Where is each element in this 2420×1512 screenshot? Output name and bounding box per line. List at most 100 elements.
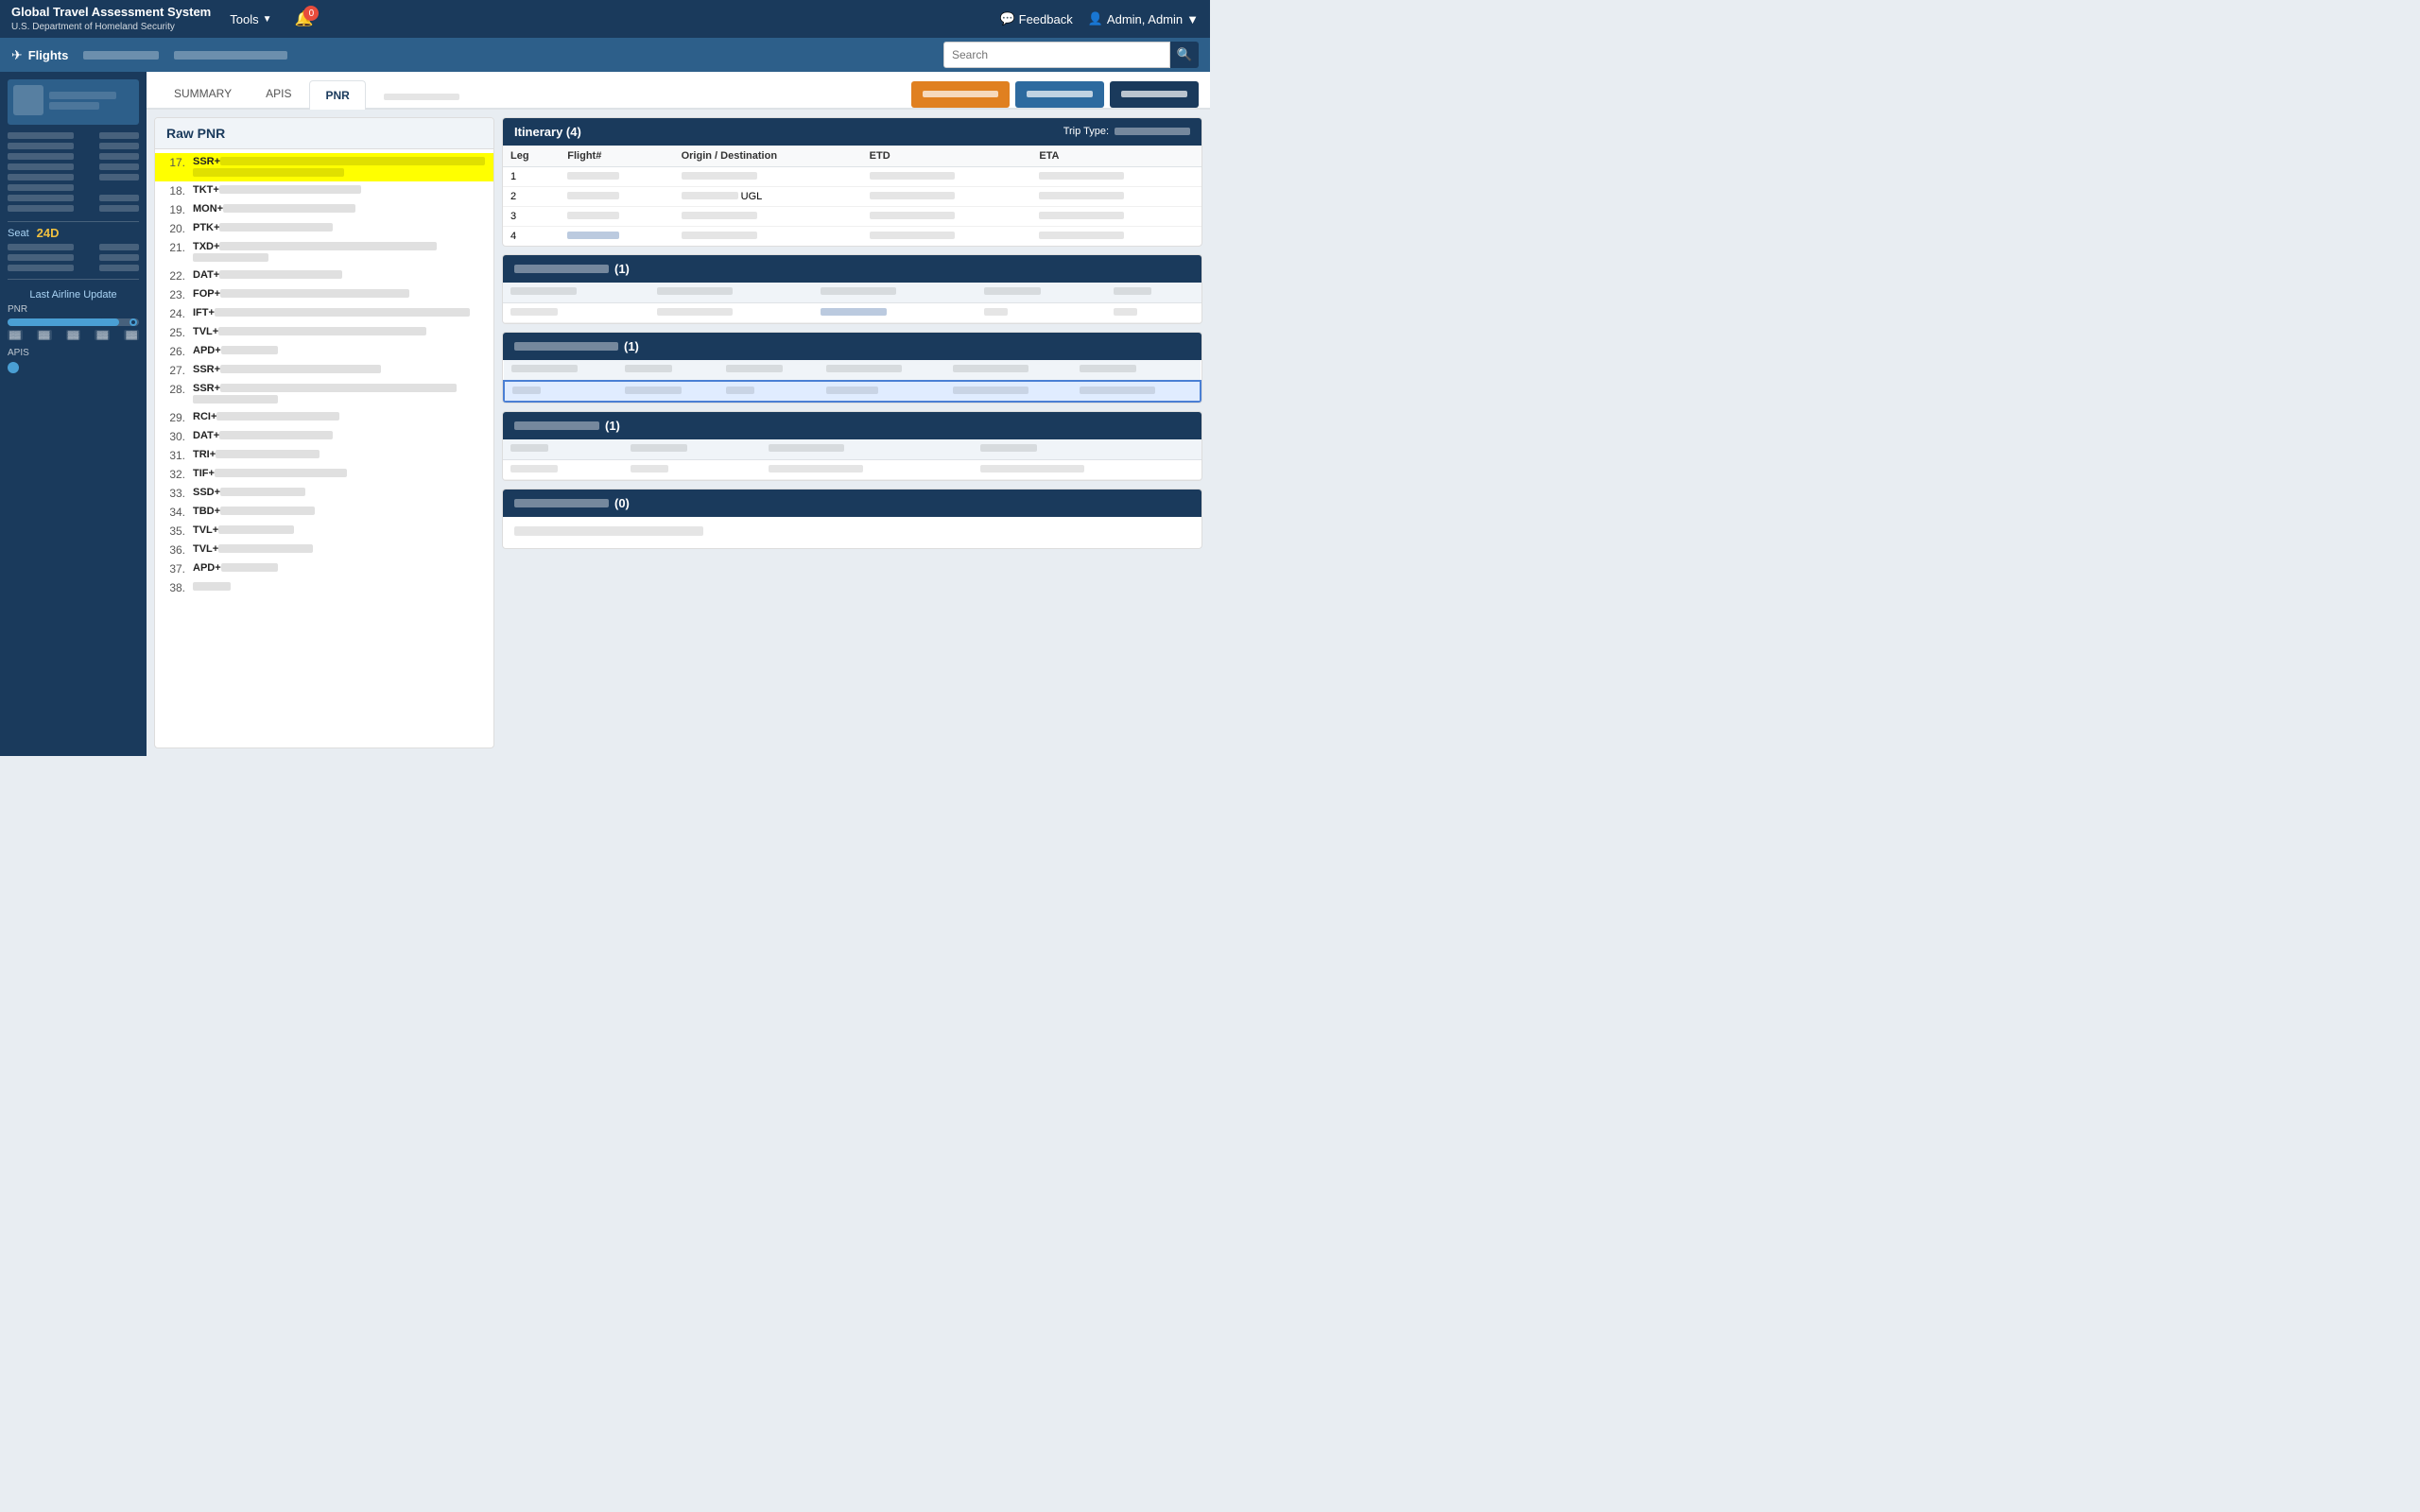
- top-navbar: Global Travel Assessment System U.S. Dep…: [0, 0, 1210, 38]
- section5-no-data: [503, 517, 1201, 548]
- itinerary-row-4[interactable]: 4: [503, 226, 1201, 246]
- section5-panel: (0): [502, 489, 1202, 549]
- section3-title-blur: [514, 342, 618, 351]
- pnr-row-38: 38.: [155, 578, 493, 597]
- timeline-tick: ▓▓: [124, 330, 139, 340]
- col-flight: Flight#: [560, 146, 673, 167]
- pnr-row-26: 26. APD+: [155, 342, 493, 361]
- tab-apis[interactable]: APIS: [250, 78, 307, 108]
- left-sidebar: Seat 24D Last Airline Update PNR: [0, 72, 147, 756]
- section4-title-blur: [514, 421, 599, 430]
- tab-extra[interactable]: [368, 85, 475, 108]
- raw-pnr-title: Raw PNR: [155, 118, 493, 149]
- feedback-label: Feedback: [1019, 12, 1073, 26]
- tab-action-buttons: [911, 81, 1199, 108]
- section2-panel: (1): [502, 254, 1202, 324]
- pnr-row-35: 35. TVL+: [155, 522, 493, 541]
- timeline-tick: ▓▓: [37, 330, 52, 340]
- pnr-row-33: 33. SSD+: [155, 484, 493, 503]
- itinerary-panel: Itinerary (4) Trip Type: Leg Flight# Ori…: [502, 117, 1202, 247]
- section5-title-blur: [514, 499, 609, 507]
- itinerary-row-1[interactable]: 1: [503, 166, 1201, 186]
- main-content: Seat 24D Last Airline Update PNR: [0, 72, 1210, 756]
- section4-header: (1): [503, 412, 1201, 439]
- pnr-row-31: 31. TRI+: [155, 446, 493, 465]
- flights-nav-item[interactable]: ✈ Flights: [11, 47, 68, 63]
- feedback-button[interactable]: 💬 Feedback: [999, 11, 1072, 26]
- col-origin: Origin / Destination: [674, 146, 862, 167]
- search-container: 🔍: [943, 42, 1199, 68]
- col-leg: Leg: [503, 146, 560, 167]
- itinerary-row-2[interactable]: 2 UGL: [503, 186, 1201, 206]
- section2-body: [503, 283, 1201, 323]
- tools-menu[interactable]: Tools ▼: [230, 12, 271, 26]
- sub-navbar: ✈ Flights 🔍: [0, 38, 1210, 72]
- section4-panel: (1): [502, 411, 1202, 481]
- app-subtitle: U.S. Department of Homeland Security: [11, 21, 211, 33]
- action-button-1[interactable]: [911, 81, 1010, 108]
- section2-header-row: [503, 283, 1201, 303]
- feedback-icon: 💬: [999, 11, 1014, 26]
- app-branding: Global Travel Assessment System U.S. Dep…: [11, 5, 211, 33]
- itinerary-header-row: Leg Flight# Origin / Destination ETD ETA: [503, 146, 1201, 167]
- timeline-tick: ▓▓: [8, 330, 23, 340]
- action-button-3[interactable]: [1110, 81, 1199, 108]
- itinerary-panel-header: Itinerary (4) Trip Type:: [503, 118, 1201, 146]
- section5-header: (0): [503, 490, 1201, 517]
- section4-count: (1): [605, 419, 620, 433]
- pnr-timeline-label: PNR: [8, 304, 139, 315]
- search-button[interactable]: 🔍: [1170, 42, 1199, 68]
- itinerary-title: Itinerary (4): [514, 125, 581, 139]
- section3-row-highlighted[interactable]: [504, 381, 1201, 402]
- section4-header-row: [503, 439, 1201, 460]
- last-airline-label: Last Airline Update: [8, 289, 139, 301]
- section3-header: (1): [503, 333, 1201, 360]
- section2-table: [503, 283, 1201, 323]
- pnr-row-36: 36. TVL+: [155, 541, 493, 559]
- pnr-row-34: 34. TBD+: [155, 503, 493, 522]
- tab-summary[interactable]: SUMMARY: [158, 78, 248, 108]
- flight-icon: ✈: [11, 47, 23, 63]
- raw-pnr-body: 17. SSR+ 18. TKT+ 19. MON+: [155, 149, 493, 747]
- pnr-row-21: 21. TXD+: [155, 238, 493, 266]
- timeline-tick: ▓▓: [95, 330, 110, 340]
- pnr-row-24: 24. IFT+: [155, 304, 493, 323]
- admin-dropdown-arrow: ▼: [1186, 12, 1199, 26]
- pnr-row-17: 17. SSR+: [155, 153, 493, 181]
- tab-pnr[interactable]: PNR: [309, 80, 365, 110]
- notification-button[interactable]: 🔔 0: [291, 9, 318, 28]
- section2-row-1[interactable]: [503, 302, 1201, 322]
- sidebar-passenger-info: [8, 132, 139, 212]
- section2-count: (1): [614, 262, 630, 276]
- section4-body: [503, 439, 1201, 480]
- pnr-row-28: 28. SSR+: [155, 380, 493, 408]
- admin-menu[interactable]: 👤 Admin, Admin ▼: [1088, 11, 1199, 26]
- right-content: SUMMARY APIS PNR Raw PNR: [147, 72, 1210, 756]
- tools-label: Tools: [230, 12, 258, 26]
- search-input[interactable]: [943, 42, 1170, 68]
- breadcrumb-1: [83, 48, 159, 61]
- col-etd: ETD: [862, 146, 1032, 167]
- itinerary-table: Leg Flight# Origin / Destination ETD ETA…: [503, 146, 1201, 246]
- flights-label: Flights: [28, 48, 69, 62]
- section4-row-1[interactable]: [503, 459, 1201, 479]
- pnr-row-23: 23. FOP+: [155, 285, 493, 304]
- admin-icon: 👤: [1088, 11, 1103, 26]
- section5-count: (0): [614, 496, 630, 510]
- pnr-content-area: Raw PNR 17. SSR+ 18. TKT+: [147, 110, 1210, 756]
- admin-label: Admin, Admin: [1107, 12, 1183, 26]
- col-eta: ETA: [1031, 146, 1201, 167]
- action-button-2[interactable]: [1015, 81, 1104, 108]
- notification-badge: 0: [303, 6, 319, 21]
- pnr-row-20: 20. PTK+: [155, 219, 493, 238]
- itinerary-row-3[interactable]: 3: [503, 206, 1201, 226]
- trip-type-value: [1115, 128, 1190, 135]
- pnr-row-29: 29. RCI+: [155, 408, 493, 427]
- app-title: Global Travel Assessment System: [11, 5, 211, 21]
- apis-timeline-label: APIS: [8, 348, 139, 358]
- pnr-row-22: 22. DAT+: [155, 266, 493, 285]
- pnr-row-25: 25. TVL+: [155, 323, 493, 342]
- pnr-row-30: 30. DAT+: [155, 427, 493, 446]
- timeline-tick: ▓▓: [66, 330, 81, 340]
- pnr-row-19: 19. MON+: [155, 200, 493, 219]
